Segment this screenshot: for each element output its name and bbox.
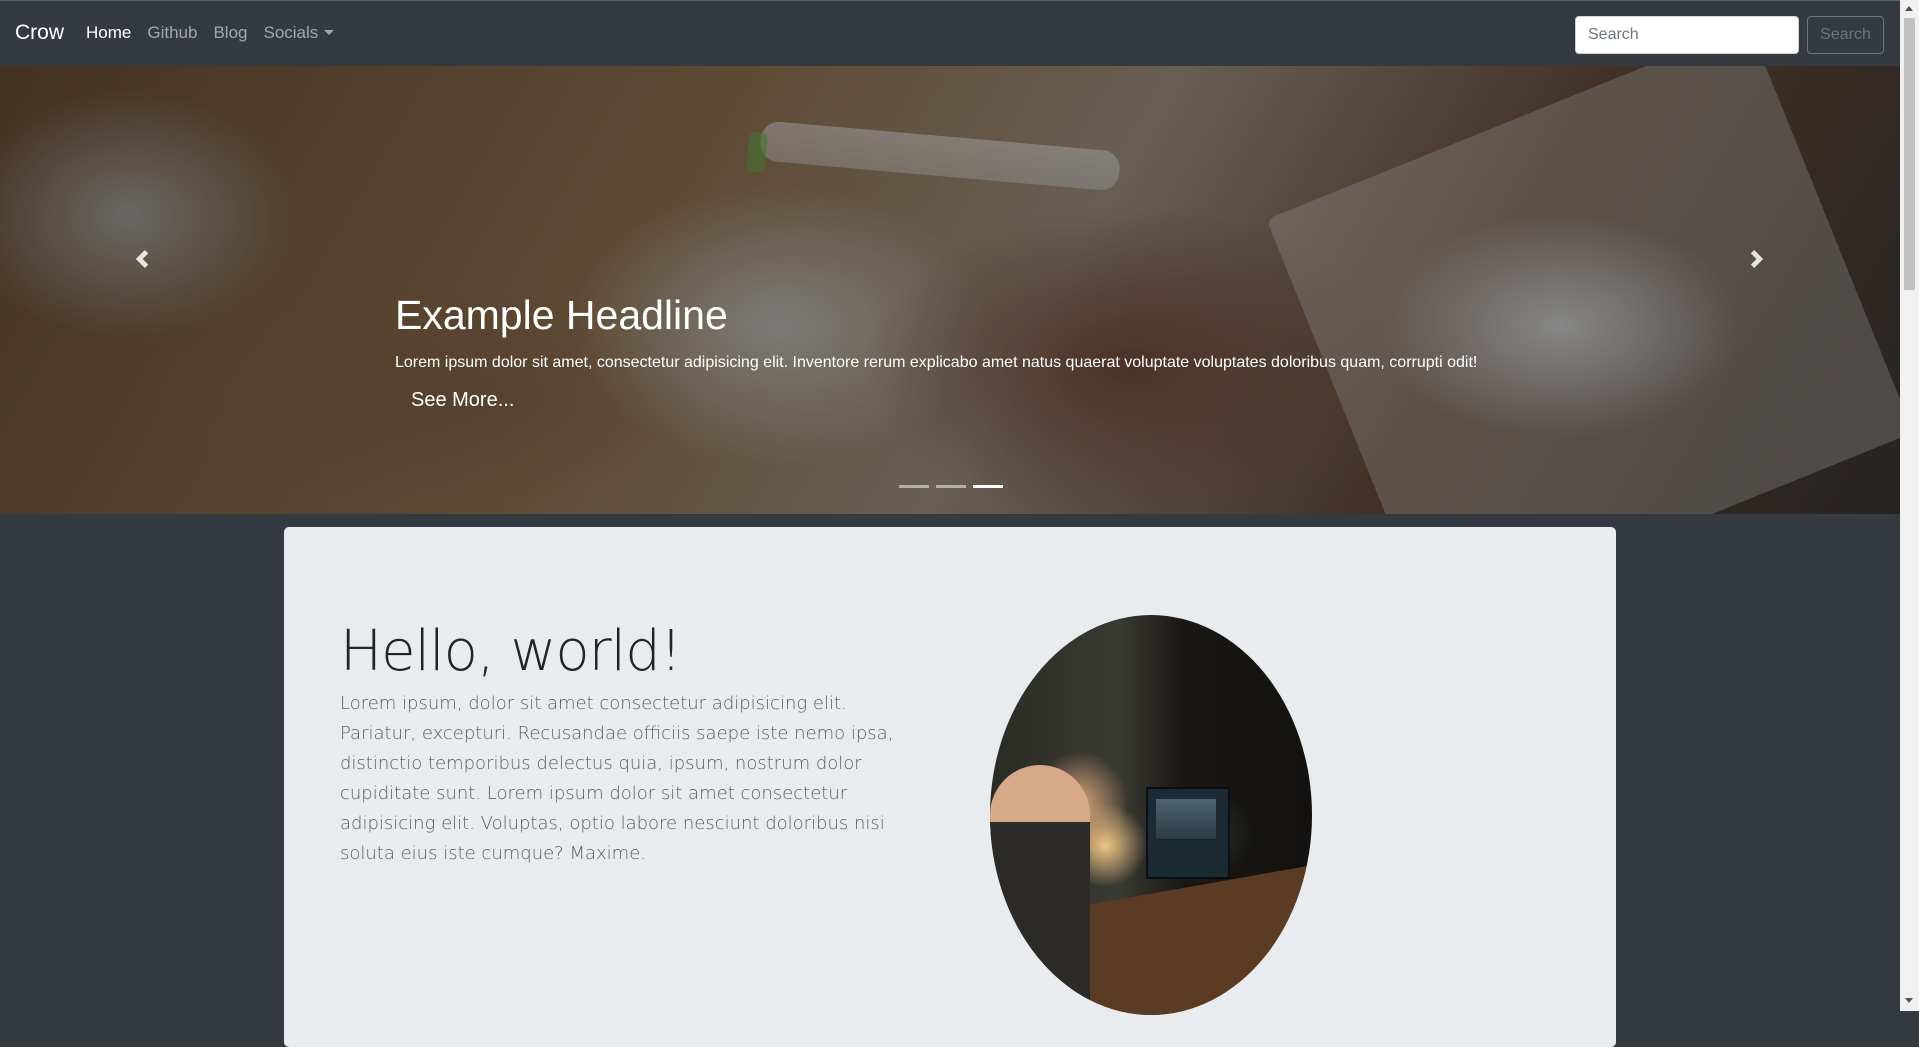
profile-image-desk: [1070, 862, 1312, 1015]
nav-link-home[interactable]: Home: [86, 23, 131, 43]
see-more-button[interactable]: See More...: [411, 389, 514, 412]
profile-image-monitor: [1146, 787, 1230, 879]
navbar-brand[interactable]: Crow: [15, 21, 64, 45]
hero-carousel: Example Headline Lorem ipsum dolor sit a…: [0, 66, 1900, 514]
carousel-indicator-1[interactable]: [899, 485, 929, 488]
search-button[interactable]: Search: [1807, 16, 1884, 54]
carousel-next-button[interactable]: [1748, 250, 1766, 268]
carousel-indicators: [899, 485, 1003, 488]
chevron-left-icon: [135, 250, 149, 268]
carousel-overlay: [0, 66, 1900, 514]
carousel-prev-button[interactable]: [133, 250, 151, 268]
carousel-headline: Example Headline: [395, 292, 728, 338]
nav-links: Home Github Blog Socials: [86, 23, 350, 43]
carousel-indicator-2[interactable]: [936, 485, 966, 488]
carousel-caption: Example Headline Lorem ipsum dolor sit a…: [395, 292, 1505, 412]
nav-link-blog[interactable]: Blog: [213, 23, 247, 43]
jumbotron-text: Lorem ipsum, dolor sit amet consectetur …: [340, 693, 894, 864]
jumbotron-title: Hello, world!: [340, 619, 682, 684]
caret-down-icon: [324, 30, 335, 35]
chevron-right-icon: [1750, 250, 1764, 268]
nav-dropdown-label: Socials: [263, 23, 319, 42]
scroll-up-arrow-icon[interactable]: [1905, 6, 1913, 11]
profile-image: [990, 615, 1312, 1015]
carousel-indicator-3[interactable]: [973, 485, 1003, 488]
navbar: Crow Home Github Blog Socials Search: [0, 0, 1900, 66]
carousel-text: Lorem ipsum dolor sit amet, consectetur …: [395, 354, 1478, 371]
scrollbar-thumb[interactable]: [1904, 18, 1915, 290]
nav-dropdown-socials[interactable]: Socials: [263, 23, 335, 43]
profile-image-person: [990, 765, 1090, 1015]
search-input[interactable]: [1575, 16, 1799, 54]
page-scrollbar[interactable]: [1900, 0, 1919, 1011]
scroll-down-arrow-icon[interactable]: [1905, 998, 1913, 1003]
nav-link-github[interactable]: Github: [147, 23, 197, 43]
jumbotron: Hello, world! Lorem ipsum, dolor sit ame…: [284, 527, 1616, 1047]
